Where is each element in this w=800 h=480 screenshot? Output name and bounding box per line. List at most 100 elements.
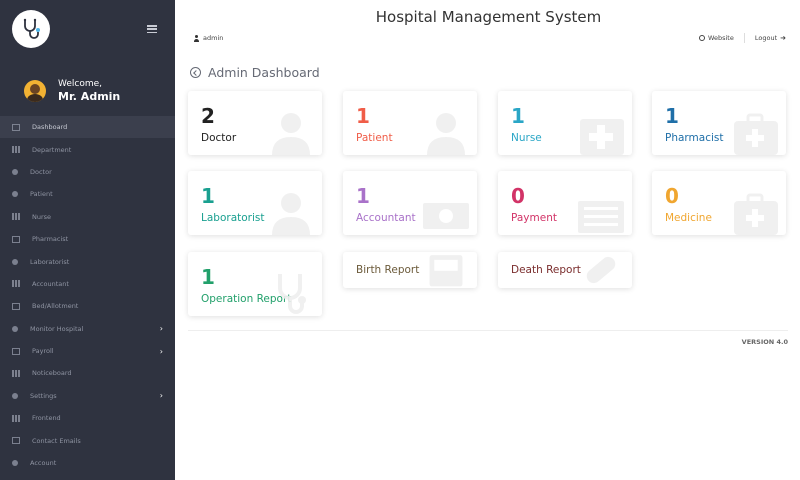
card-label: Patient <box>356 132 393 144</box>
card-count: 2 <box>201 104 215 128</box>
chevron-right-icon: › <box>159 324 163 334</box>
app-title: Hospital Management System <box>375 8 602 26</box>
nurse-icon <box>12 213 20 221</box>
sidebar-item-label: Frontend <box>32 414 61 423</box>
back-arrow-icon[interactable] <box>190 67 201 78</box>
card-nurse[interactable]: 1 Nurse <box>498 91 632 155</box>
sidebar-item-label: Dashboard <box>32 123 68 132</box>
page-title-text: Admin Dashboard <box>208 65 320 80</box>
card-count: 1 <box>511 104 525 128</box>
sidebar-item-bed-allotment[interactable]: Bed/Allotment <box>0 295 175 317</box>
card-label: Doctor <box>201 132 237 144</box>
sidebar-item-label: Account <box>30 459 57 468</box>
frontend-icon <box>12 414 20 422</box>
sidebar-item-noticeboard[interactable]: Noticeboard <box>0 362 175 384</box>
card-patient[interactable]: 1 Patient <box>343 91 477 155</box>
sidebar-item-label: Bed/Allotment <box>32 302 79 311</box>
card-count: 1 <box>356 104 370 128</box>
sidebar-item-label: Nurse <box>32 212 52 221</box>
card-birth-report[interactable]: Birth Report <box>343 252 477 288</box>
sidebar-item-label: Accountant <box>32 279 69 288</box>
version-label: VERSION 4.0 <box>741 338 788 346</box>
sidebar-item-laboratorist[interactable]: Laboratorist <box>0 250 175 272</box>
card-pharmacist[interactable]: 1 Pharmacist <box>652 91 786 155</box>
chevron-right-icon: › <box>159 346 163 356</box>
menu-toggle-icon[interactable] <box>147 25 157 33</box>
welcome-block: Welcome, Mr. Admin <box>0 66 175 116</box>
sidebar-item-label: Payroll <box>32 347 54 356</box>
patient-icon <box>421 109 471 155</box>
card-count: 1 <box>665 104 679 128</box>
sidebar-item-patient[interactable]: Patient <box>0 183 175 205</box>
patient-icon <box>12 191 18 198</box>
sidebar-menu: Dashboard Department Doctor Patient Nurs… <box>0 116 175 474</box>
card-label: Medicine <box>665 212 712 224</box>
money-icon <box>421 189 471 235</box>
nurse-icon <box>576 109 626 155</box>
bed-icon <box>12 302 20 310</box>
current-user: admin <box>193 34 223 42</box>
avatar <box>24 80 46 102</box>
accountant-icon <box>12 280 20 288</box>
medical-kit-icon <box>730 109 780 155</box>
logout-label: Logout <box>754 34 778 42</box>
card-label: Laboratorist <box>201 212 265 224</box>
sidebar-item-department[interactable]: Department <box>0 138 175 160</box>
dashboard-icon <box>12 123 20 131</box>
card-operation-report[interactable]: 1 Operation Report <box>188 252 322 316</box>
card-label: Death Report <box>511 264 581 276</box>
sidebar-item-label: Laboratorist <box>30 257 70 266</box>
card-doctor[interactable]: 2 Doctor <box>188 91 322 155</box>
logout-link[interactable]: Logout ➜ <box>755 34 786 42</box>
sidebar-item-frontend[interactable]: Frontend <box>0 407 175 429</box>
email-icon <box>12 437 20 445</box>
divider <box>188 330 788 331</box>
user-icon <box>193 34 200 42</box>
noticeboard-icon <box>12 369 20 377</box>
website-link[interactable]: Website <box>698 34 734 42</box>
sidebar-item-dashboard[interactable]: Dashboard <box>0 116 175 139</box>
doctor-icon <box>266 109 316 155</box>
divider <box>743 33 745 43</box>
sidebar-item-label: Settings <box>30 391 57 400</box>
sidebar-item-payroll[interactable]: Payroll › <box>0 340 175 362</box>
header-links: Website Logout ➜ <box>698 33 786 43</box>
card-count: 0 <box>511 184 525 208</box>
sidebar-item-nurse[interactable]: Nurse <box>0 206 175 228</box>
pharmacist-icon <box>12 235 20 243</box>
sidebar-item-pharmacist[interactable]: Pharmacist <box>0 228 175 250</box>
sidebar-item-doctor[interactable]: Doctor <box>0 161 175 183</box>
sidebar-item-label: Pharmacist <box>32 235 69 244</box>
page-title: Admin Dashboard <box>190 65 320 80</box>
list-icon <box>576 189 626 235</box>
sidebar-item-settings[interactable]: Settings › <box>0 385 175 407</box>
card-accountant[interactable]: 1 Accountant <box>343 171 477 235</box>
medical-kit-icon <box>730 189 780 235</box>
department-icon <box>12 146 20 154</box>
stethoscope-logo-icon[interactable] <box>12 10 50 48</box>
sidebar-item-monitor-hospital[interactable]: Monitor Hospital › <box>0 318 175 340</box>
card-death-report[interactable]: Death Report <box>498 252 632 288</box>
laboratorist-icon <box>266 189 316 235</box>
sidebar-item-accountant[interactable]: Accountant <box>0 273 175 295</box>
sidebar-item-account[interactable]: Account <box>0 452 175 474</box>
sidebar-item-label: Doctor <box>30 167 52 176</box>
card-count: 1 <box>356 184 370 208</box>
stethoscope-icon <box>266 270 316 316</box>
globe-icon <box>698 35 705 41</box>
header: Hospital Management System admin Website… <box>175 0 800 58</box>
card-count: 0 <box>665 184 679 208</box>
card-label: Accountant <box>356 212 416 224</box>
chevron-right-icon: › <box>159 391 163 401</box>
inbox-icon <box>421 252 471 288</box>
sidebar-item-label: Noticeboard <box>32 369 72 378</box>
sidebar-item-label: Contact Emails <box>32 436 81 445</box>
card-laboratorist[interactable]: 1 Laboratorist <box>188 171 322 235</box>
card-medicine[interactable]: 0 Medicine <box>652 171 786 235</box>
sidebar-item-contact-emails[interactable]: Contact Emails <box>0 429 175 451</box>
bandage-icon <box>576 252 626 288</box>
sidebar-item-label: Department <box>32 145 72 154</box>
card-label: Nurse <box>511 132 542 144</box>
doctor-icon <box>12 168 18 175</box>
card-payment[interactable]: 0 Payment <box>498 171 632 235</box>
